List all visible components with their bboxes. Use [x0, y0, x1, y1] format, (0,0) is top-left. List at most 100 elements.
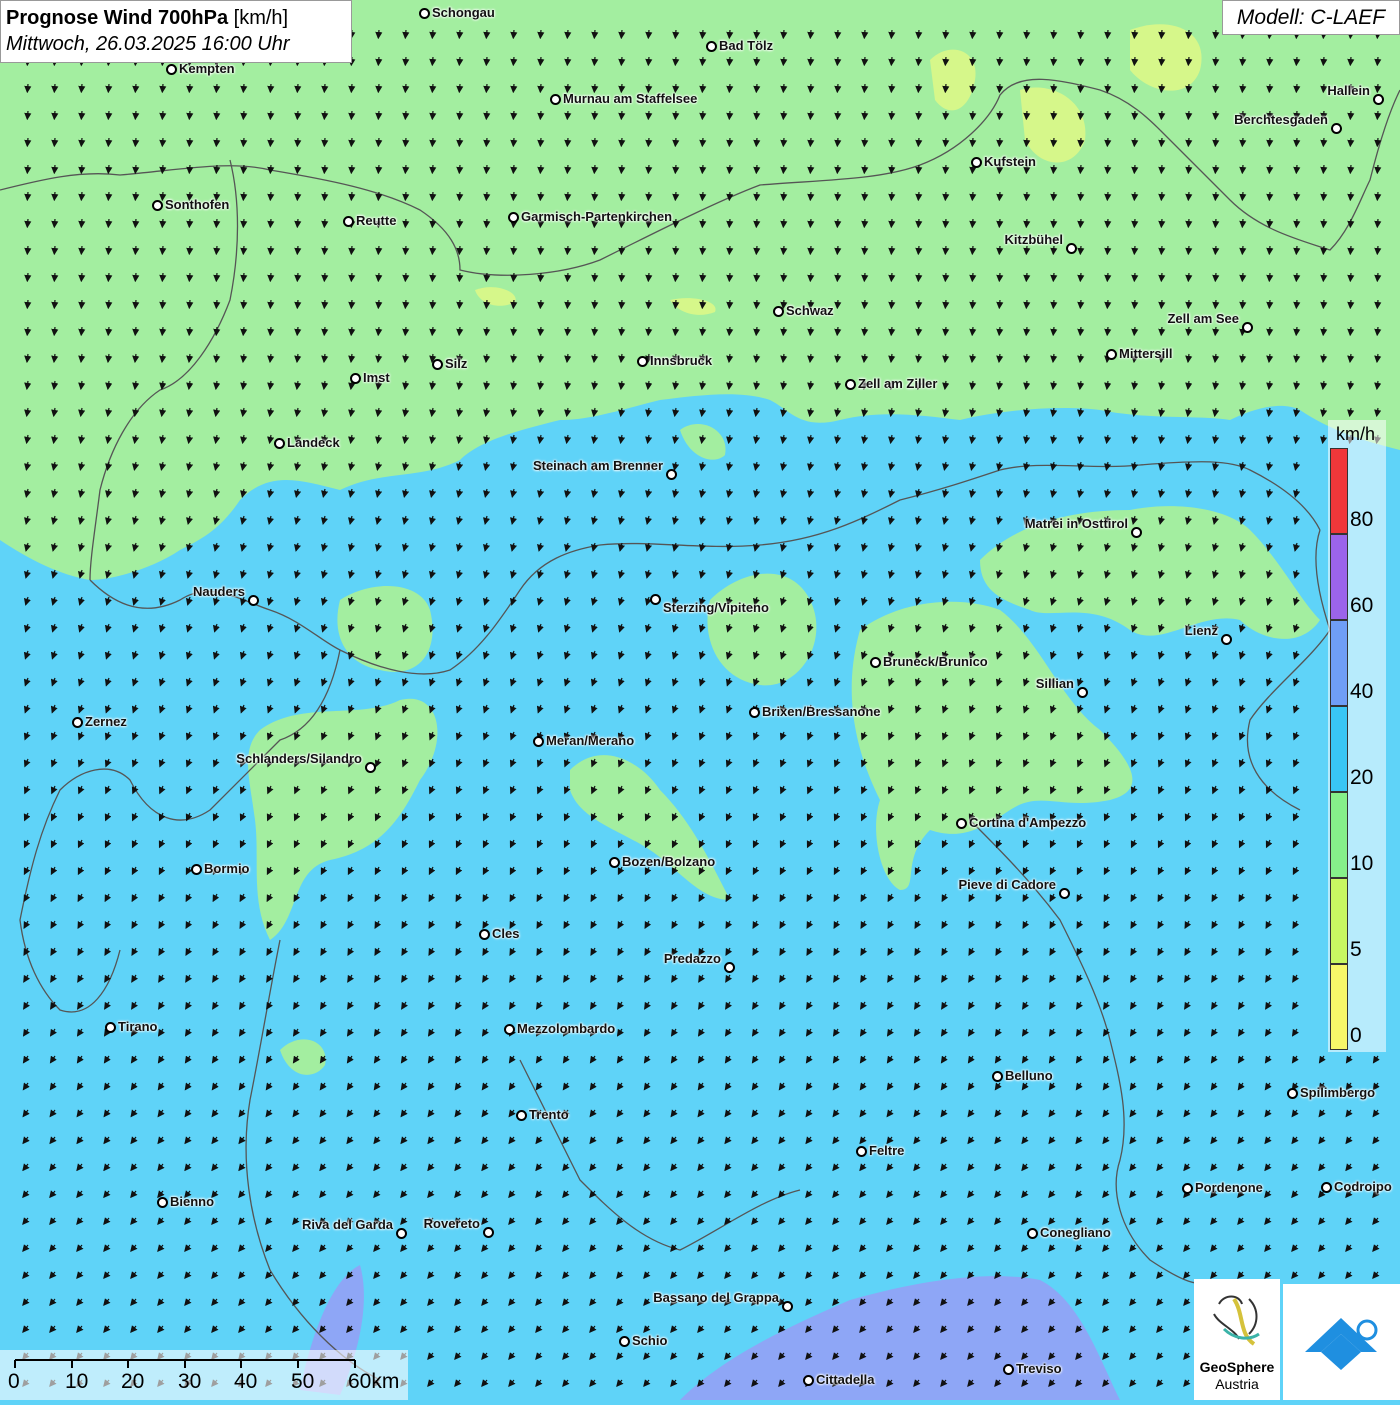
city-label[interactable]: Schwaz: [786, 303, 834, 318]
city-marker[interactable]: [365, 762, 376, 773]
city-marker[interactable]: [782, 1301, 793, 1312]
city-marker[interactable]: [956, 818, 967, 829]
city-marker[interactable]: [516, 1110, 527, 1121]
city-marker[interactable]: [1331, 123, 1342, 134]
city-label[interactable]: Imst: [363, 370, 390, 385]
city-label[interactable]: Landeck: [287, 435, 340, 450]
city-marker[interactable]: [992, 1071, 1003, 1082]
city-label[interactable]: Meran/Merano: [546, 733, 634, 748]
city-marker[interactable]: [724, 962, 735, 973]
city-marker[interactable]: [396, 1228, 407, 1239]
city-marker[interactable]: [971, 157, 982, 168]
city-marker[interactable]: [1287, 1088, 1298, 1099]
city-marker[interactable]: [1066, 243, 1077, 254]
city-label[interactable]: Bad Tölz: [719, 38, 773, 53]
weather-app-logo[interactable]: [1283, 1284, 1400, 1400]
city-label[interactable]: Feltre: [869, 1143, 904, 1158]
city-label[interactable]: Berchtesgaden: [1234, 112, 1328, 127]
city-label[interactable]: Tirano: [118, 1019, 158, 1034]
city-marker[interactable]: [1027, 1228, 1038, 1239]
city-marker[interactable]: [650, 594, 661, 605]
city-label[interactable]: Bruneck/Brunico: [883, 654, 988, 669]
city-label[interactable]: Pieve di Cadore: [958, 877, 1056, 892]
city-marker[interactable]: [619, 1336, 630, 1347]
city-marker[interactable]: [870, 657, 881, 668]
city-label[interactable]: Bassano del Grappa: [653, 1290, 779, 1305]
city-marker[interactable]: [508, 212, 519, 223]
city-label[interactable]: Bienno: [170, 1194, 214, 1209]
city-label[interactable]: Cittadella: [816, 1372, 875, 1387]
city-marker[interactable]: [1131, 527, 1142, 538]
city-marker[interactable]: [1373, 94, 1384, 105]
city-marker[interactable]: [432, 359, 443, 370]
city-label[interactable]: Schio: [632, 1333, 667, 1348]
city-marker[interactable]: [533, 736, 544, 747]
city-label[interactable]: Murnau am Staffelsee: [563, 91, 697, 106]
city-marker[interactable]: [845, 379, 856, 390]
city-label[interactable]: Bormio: [204, 861, 250, 876]
city-label[interactable]: Conegliano: [1040, 1225, 1111, 1240]
city-marker[interactable]: [248, 595, 259, 606]
city-label[interactable]: Codroipo: [1334, 1179, 1392, 1194]
city-label[interactable]: Cortina d'Ampezzo: [969, 815, 1086, 830]
city-marker[interactable]: [504, 1024, 515, 1035]
city-label[interactable]: Spilimbergo: [1300, 1085, 1375, 1100]
city-marker[interactable]: [1106, 349, 1117, 360]
city-marker[interactable]: [166, 64, 177, 75]
city-label[interactable]: Schongau: [432, 5, 495, 20]
city-marker[interactable]: [157, 1197, 168, 1208]
city-label[interactable]: Cles: [492, 926, 519, 941]
city-label[interactable]: Zernez: [85, 714, 127, 729]
city-marker[interactable]: [191, 864, 202, 875]
city-marker[interactable]: [419, 8, 430, 19]
city-label[interactable]: Kitzbühel: [1005, 232, 1064, 247]
city-marker[interactable]: [1242, 322, 1253, 333]
city-marker[interactable]: [152, 200, 163, 211]
geosphere-logo[interactable]: GeoSphere Austria: [1194, 1279, 1280, 1400]
city-label[interactable]: Innsbruck: [650, 353, 712, 368]
city-marker[interactable]: [803, 1375, 814, 1386]
city-label[interactable]: Garmisch-Partenkirchen: [521, 209, 672, 224]
city-marker[interactable]: [1059, 888, 1070, 899]
city-label[interactable]: Mittersill: [1119, 346, 1172, 361]
city-label[interactable]: Steinach am Brenner: [533, 458, 663, 473]
city-marker[interactable]: [105, 1022, 116, 1033]
city-label[interactable]: Sonthofen: [165, 197, 229, 212]
city-label[interactable]: Predazzo: [664, 951, 721, 966]
city-marker[interactable]: [1182, 1183, 1193, 1194]
city-label[interactable]: Pordenone: [1195, 1180, 1263, 1195]
city-marker[interactable]: [483, 1227, 494, 1238]
city-marker[interactable]: [350, 373, 361, 384]
city-label[interactable]: Treviso: [1016, 1361, 1062, 1376]
city-marker[interactable]: [1321, 1182, 1332, 1193]
city-marker[interactable]: [856, 1146, 867, 1157]
city-marker[interactable]: [72, 717, 83, 728]
city-marker[interactable]: [274, 438, 285, 449]
city-marker[interactable]: [666, 469, 677, 480]
city-label[interactable]: Belluno: [1005, 1068, 1053, 1083]
city-marker[interactable]: [1003, 1364, 1014, 1375]
city-label[interactable]: Mezzolombardo: [517, 1021, 615, 1036]
city-marker[interactable]: [773, 306, 784, 317]
city-label[interactable]: Rovereto: [424, 1216, 480, 1231]
city-label[interactable]: Trento: [529, 1107, 569, 1122]
city-marker[interactable]: [479, 929, 490, 940]
city-marker[interactable]: [550, 94, 561, 105]
city-label[interactable]: Reutte: [356, 213, 396, 228]
city-label[interactable]: Silz: [445, 356, 467, 371]
city-marker[interactable]: [1077, 687, 1088, 698]
city-label[interactable]: Sterzing/Vipiteno: [663, 600, 769, 615]
city-label[interactable]: Hallein: [1327, 83, 1370, 98]
city-marker[interactable]: [706, 41, 717, 52]
city-label[interactable]: Zell am See: [1167, 311, 1239, 326]
city-label[interactable]: Zell am Ziller: [858, 376, 937, 391]
city-label[interactable]: Lienz: [1185, 623, 1218, 638]
city-label[interactable]: Matrei in Osttirol: [1025, 516, 1128, 531]
city-marker[interactable]: [609, 857, 620, 868]
city-label[interactable]: Kufstein: [984, 154, 1036, 169]
city-label[interactable]: Riva del Garda: [302, 1217, 393, 1232]
city-label[interactable]: Schlanders/Silandro: [236, 751, 362, 766]
city-marker[interactable]: [749, 707, 760, 718]
city-label[interactable]: Kempten: [179, 61, 235, 76]
city-label[interactable]: Sillian: [1036, 676, 1074, 691]
